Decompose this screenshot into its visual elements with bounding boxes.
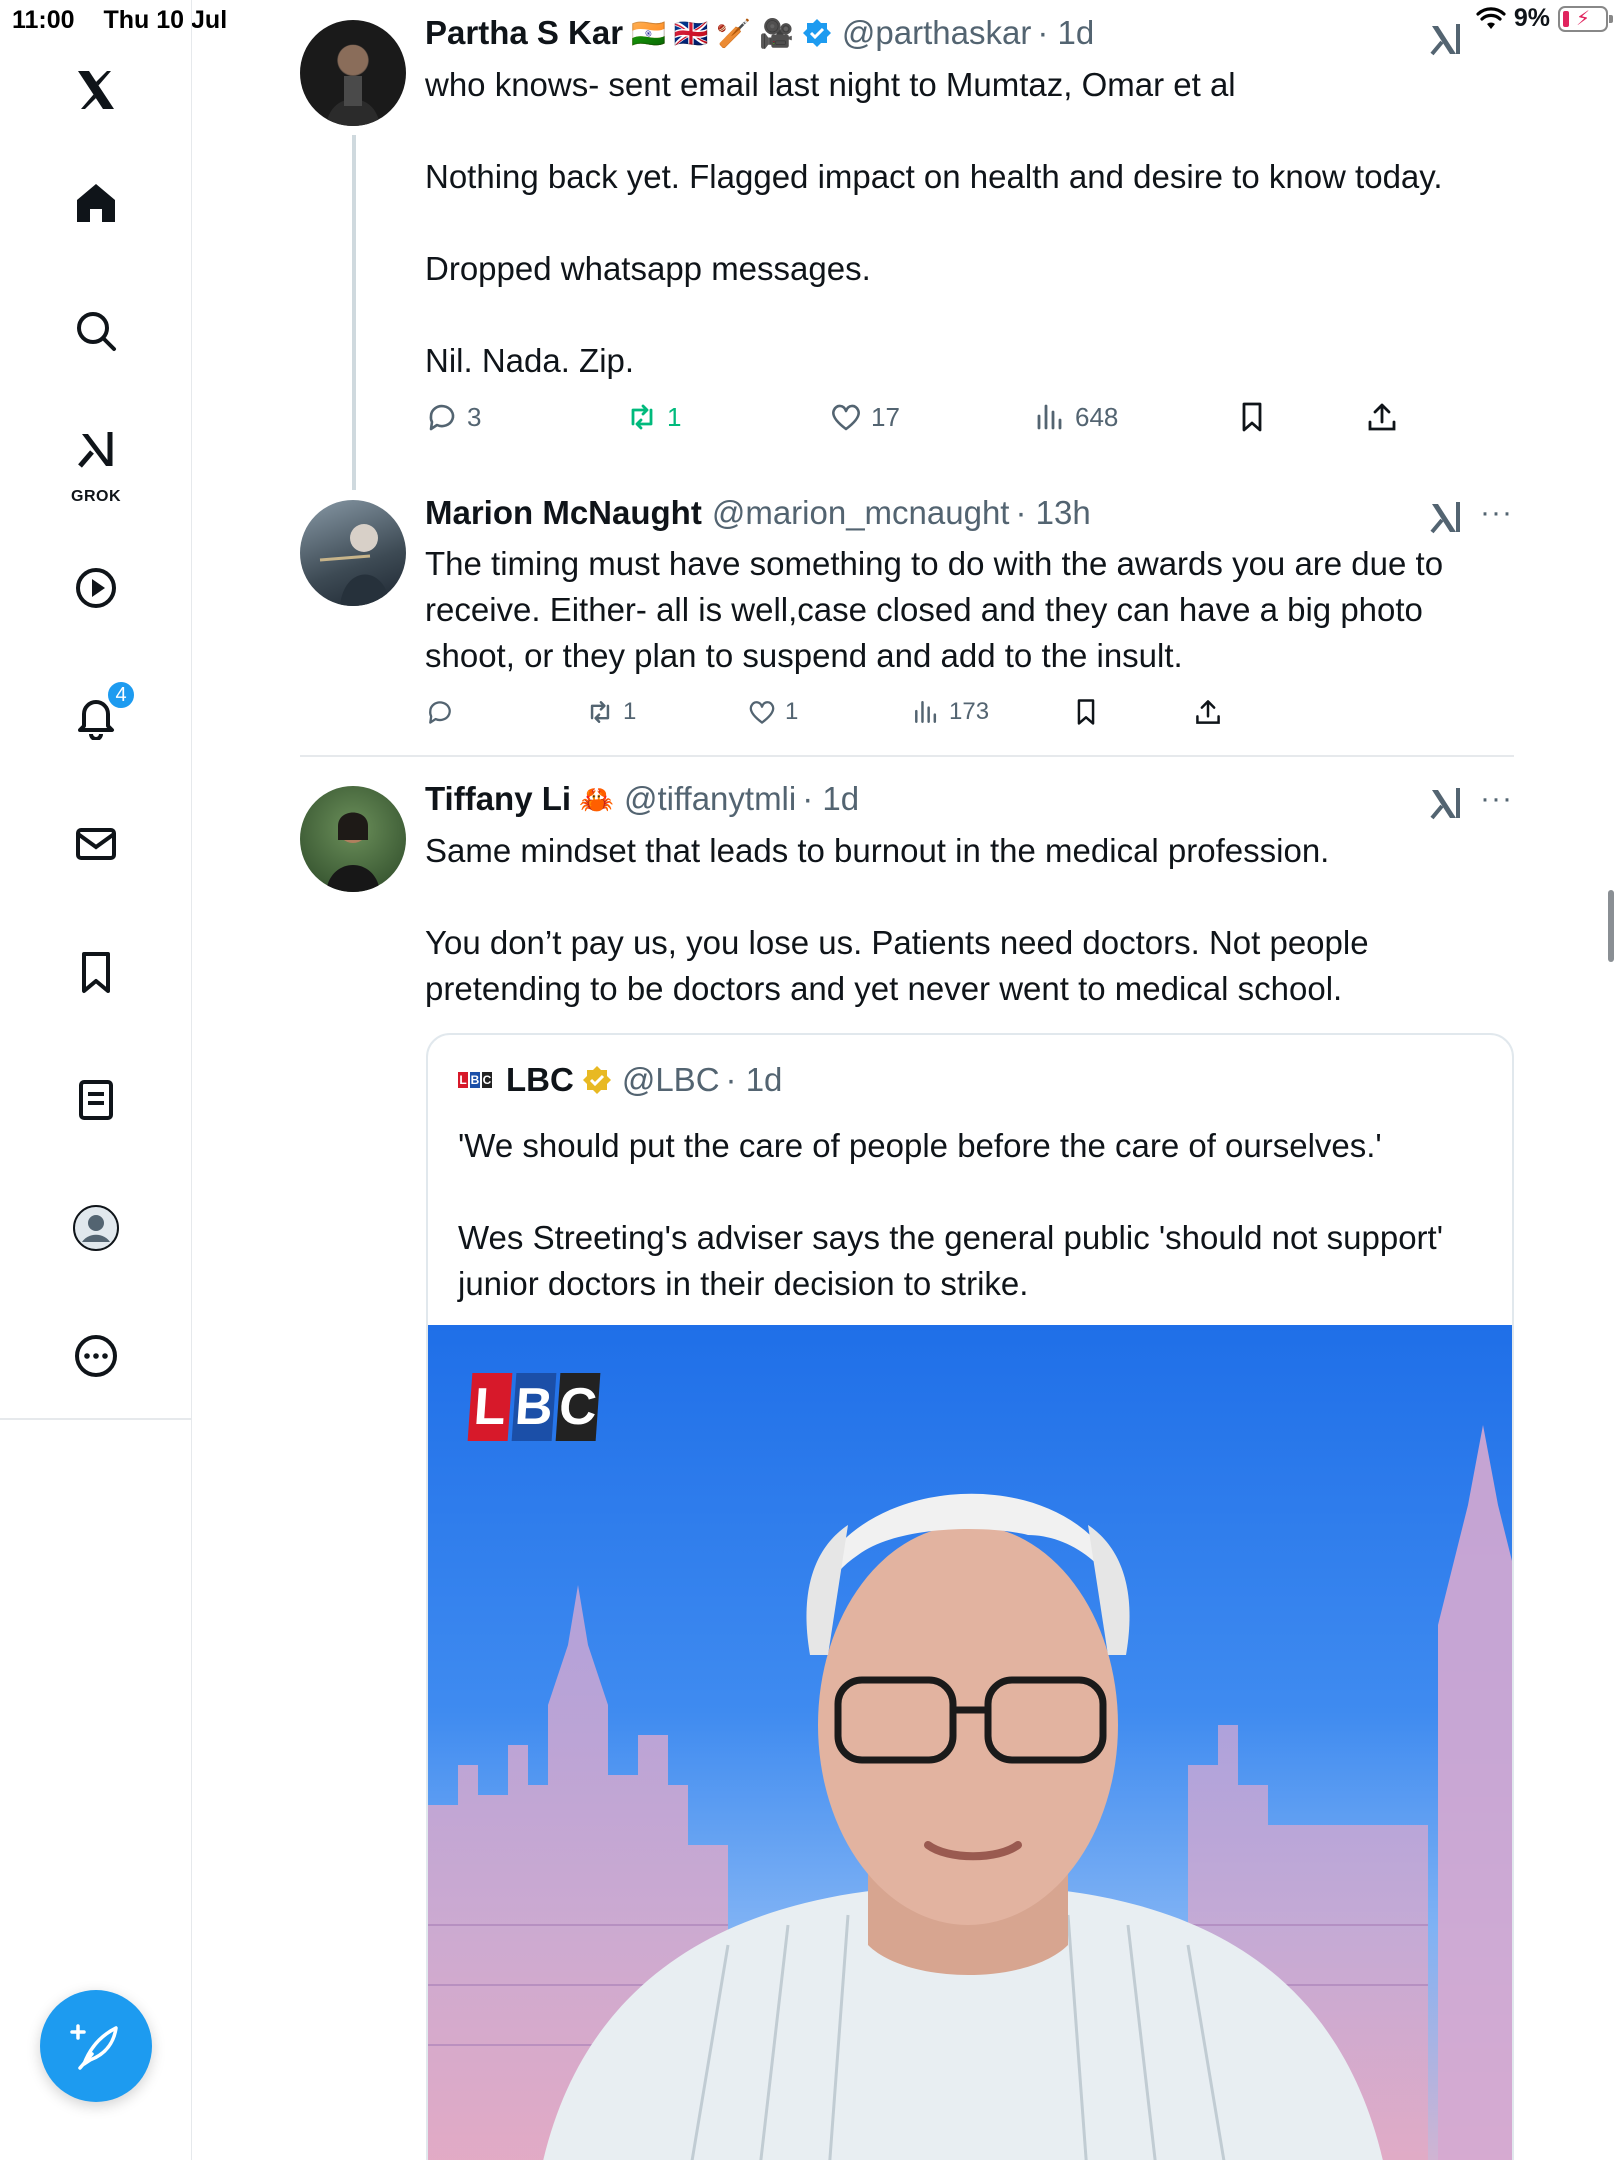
video-play-icon[interactable] — [64, 556, 128, 620]
compose-feather-icon — [70, 2024, 118, 2070]
quoted-tweet-text: 'We should put the care of people before… — [458, 1127, 1444, 1302]
share-button[interactable] — [1193, 697, 1223, 727]
messages-envelope-icon[interactable] — [64, 812, 128, 876]
share-upload-icon — [1196, 700, 1220, 724]
more-options-icon[interactable] — [64, 1324, 128, 1388]
bookmark-button[interactable] — [1235, 400, 1269, 434]
avatar-tiffany[interactable] — [300, 786, 406, 892]
home-icon[interactable] — [64, 171, 128, 235]
repost-button[interactable]: 1 — [625, 400, 681, 434]
tweet-timestamp[interactable]: · 13h — [1015, 494, 1090, 532]
repost-icon — [590, 701, 610, 723]
tweet-3-header: Tiffany Li 🦀 @tiffanytmli · 1d — [425, 780, 859, 818]
author-emoji-flags: 🇮🇳 🇬🇧 🏏 🎥 — [631, 17, 794, 49]
more-options-icon[interactable]: ··· — [1480, 782, 1513, 816]
tweet-2-text: The timing must have something to do wit… — [425, 545, 1444, 674]
battery-percent: 9% — [1513, 4, 1550, 32]
thread-connector-line — [352, 135, 356, 490]
views-bar-chart-icon — [1037, 404, 1062, 430]
search-icon[interactable] — [64, 299, 128, 363]
tweet-timestamp[interactable]: · 1d — [1037, 14, 1094, 52]
quoted-author-handle[interactable]: @LBC — [622, 1061, 720, 1099]
heart-icon — [749, 701, 775, 724]
quoted-tweet-header: LBC LBC @LBC · 1d — [458, 1061, 782, 1099]
grok-explain-icon[interactable] — [1426, 784, 1466, 824]
x-logo-icon[interactable] — [64, 58, 128, 122]
verified-badge-icon — [802, 19, 831, 47]
repost-button[interactable]: 1 — [585, 697, 636, 727]
notifications-bell-icon[interactable]: 4 — [64, 680, 136, 748]
quoted-author-name[interactable]: LBC — [506, 1061, 574, 1099]
quoted-tweet-card[interactable]: LBC LBC @LBC · 1d 'We should put the car… — [426, 1033, 1514, 2160]
grok-icon[interactable] — [64, 418, 128, 482]
tweet-timestamp[interactable]: · 1d — [802, 780, 859, 818]
avatar-marion[interactable] — [300, 500, 406, 606]
share-button[interactable] — [1365, 400, 1399, 434]
repost-count: 1 — [623, 698, 637, 725]
tweet-2-header: Marion McNaught @marion_mcnaught · 13h — [425, 494, 1091, 532]
author-emoji-crab: 🦀 — [579, 783, 614, 815]
avatar-partha[interactable] — [300, 20, 406, 126]
status-bar-right: 9% ⚡ — [1476, 4, 1613, 33]
views-bar-chart-icon — [915, 701, 937, 723]
reply-icon — [429, 701, 451, 724]
tweet-author-name[interactable]: Tiffany Li — [425, 780, 571, 818]
tweet-author-handle[interactable]: @marion_mcnaught — [712, 494, 1010, 532]
tweet-1-header: Partha S Kar 🇮🇳 🇬🇧 🏏 🎥 @parthaskar · 1d — [425, 14, 1094, 52]
profile-avatar-icon[interactable] — [64, 1196, 128, 1260]
repost-count: 1 — [667, 401, 682, 432]
lbc-avatar-logo[interactable]: LBC — [458, 1072, 492, 1088]
reply-button[interactable] — [425, 697, 455, 727]
bookmark-button[interactable] — [1071, 697, 1101, 727]
bookmarks-icon[interactable] — [64, 940, 128, 1004]
reply-count: 3 — [467, 401, 482, 432]
notifications-badge: 4 — [106, 680, 136, 710]
tweet-author-handle[interactable]: @parthaskar — [842, 14, 1031, 52]
video-frame-illustration — [428, 1425, 1512, 2160]
sidebar: GROK 4 — [0, 0, 192, 2160]
like-button[interactable]: 17 — [829, 400, 900, 434]
compose-post-button[interactable] — [40, 1990, 152, 2102]
share-upload-icon — [1368, 403, 1396, 431]
sidebar-divider — [0, 1418, 192, 1420]
lists-icon[interactable] — [64, 1068, 128, 1132]
like-button[interactable]: 1 — [747, 697, 798, 727]
repost-icon — [631, 404, 653, 430]
more-options-icon[interactable]: ··· — [1480, 496, 1513, 530]
tweet-3-text: Same mindset that leads to burnout in th… — [425, 832, 1369, 1007]
scrollbar-thumb[interactable] — [1608, 890, 1614, 962]
grok-explain-icon[interactable] — [1426, 20, 1466, 60]
tweet-author-name[interactable]: Marion McNaught — [425, 494, 702, 532]
views-button[interactable]: 173 — [911, 697, 989, 727]
grok-label[interactable]: GROK — [71, 488, 121, 506]
views-button[interactable]: 648 — [1033, 400, 1118, 434]
like-count: 1 — [785, 698, 799, 725]
quoted-video-media[interactable]: L B C — [428, 1325, 1512, 2160]
views-count: 173 — [949, 698, 990, 725]
bookmark-icon — [1242, 402, 1262, 432]
gold-verified-badge-icon — [582, 1066, 611, 1094]
wifi-icon — [1476, 6, 1506, 29]
tweet-author-handle[interactable]: @tiffanytmli — [624, 780, 796, 818]
heart-icon — [832, 404, 860, 431]
views-count: 648 — [1075, 401, 1119, 432]
like-count: 17 — [871, 401, 900, 432]
reply-icon — [429, 404, 455, 431]
quoted-timestamp[interactable]: · 1d — [726, 1061, 783, 1099]
battery-icon: ⚡ — [1558, 5, 1613, 32]
grok-explain-icon[interactable] — [1426, 498, 1466, 538]
tweet-author-name[interactable]: Partha S Kar — [425, 14, 623, 52]
reply-button[interactable]: 3 — [425, 400, 481, 434]
tweet-1-text: who knows- sent email last night to Mumt… — [425, 66, 1443, 379]
bookmark-icon — [1077, 699, 1095, 725]
tweet-divider — [300, 755, 1514, 757]
